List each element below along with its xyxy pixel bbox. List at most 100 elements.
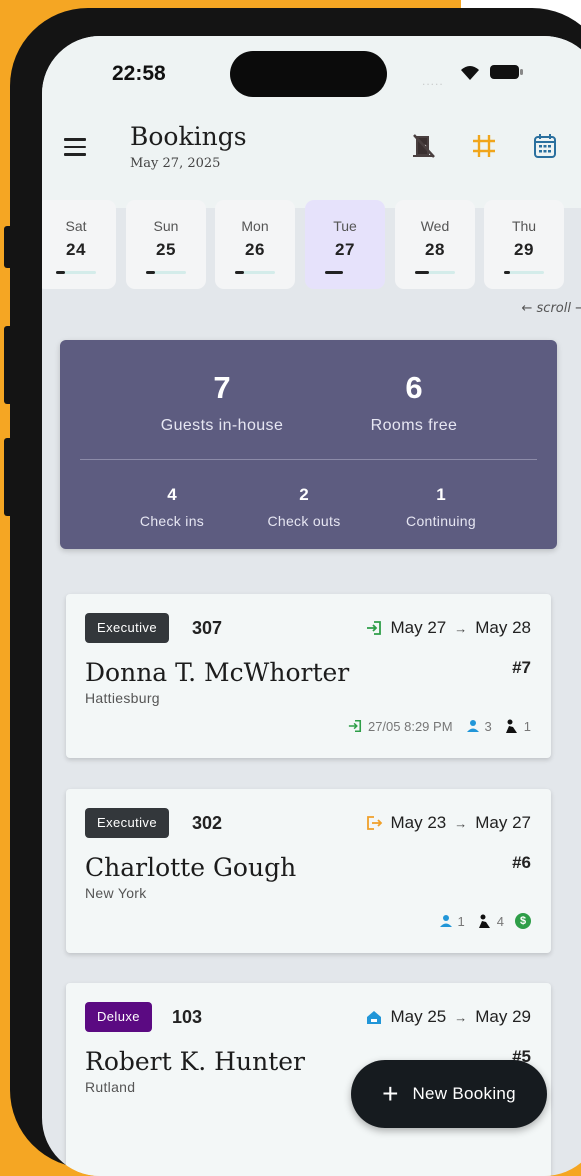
booking-number: #7 xyxy=(512,658,531,678)
guest-name: Robert K. Hunter xyxy=(85,1047,305,1076)
summary-divider xyxy=(80,459,537,460)
scroll-hint: ← scroll → xyxy=(522,301,581,316)
guests-in-house-value: 7 xyxy=(132,370,312,406)
phone-frame: 22:58 ..... Bookings May 27, 2025 xyxy=(10,8,581,1168)
guest-city: Rutland xyxy=(85,1079,135,1095)
check-ins-value: 4 xyxy=(102,485,242,505)
cellular-signal-icon: ..... xyxy=(422,74,444,88)
day-item[interactable]: Sun 25 xyxy=(126,200,206,289)
check-outs-value: 2 xyxy=(234,485,374,505)
day-item[interactable]: Wed 28 xyxy=(395,200,475,289)
stay-dates: May 25 → May 29 xyxy=(365,1007,532,1027)
guest-city: Hattiesburg xyxy=(85,690,160,706)
continuing-value: 1 xyxy=(371,485,511,505)
occupancy-bar xyxy=(56,271,96,274)
booking-meta: 1 4 $ xyxy=(439,913,531,929)
guest-city: New York xyxy=(85,885,147,901)
booking-number: #6 xyxy=(512,853,531,873)
date-arrow: → xyxy=(454,816,467,831)
occupancy-bar xyxy=(504,271,544,274)
day-name: Wed xyxy=(395,218,475,234)
guest-count: 1 xyxy=(458,914,465,929)
occupancy-summary: 7 Guests in-house 6 Rooms free 4 Check i… xyxy=(60,340,557,549)
check-in-date: May 23 xyxy=(391,813,447,833)
check-ins-label: Check ins xyxy=(102,513,242,529)
calendar-icon[interactable] xyxy=(532,132,558,160)
continuing-label: Continuing xyxy=(371,513,511,529)
home-icon xyxy=(365,1009,383,1025)
day-number: 26 xyxy=(215,240,295,260)
guests-in-house-label: Guests in-house xyxy=(132,417,312,435)
booking-card[interactable]: Executive 302 May 23 → May 27 Charlotte … xyxy=(66,789,551,953)
guest-name: Charlotte Gough xyxy=(85,853,296,882)
day-item[interactable]: Mon 26 xyxy=(215,200,295,289)
dynamic-island xyxy=(230,51,387,97)
day-name: Mon xyxy=(215,218,295,234)
guest-count: 3 xyxy=(485,719,492,734)
app-bar: Bookings May 27, 2025 xyxy=(42,116,581,208)
guest-name: Donna T. McWhorter xyxy=(85,658,349,687)
status-bar: 22:58 ..... xyxy=(42,36,581,116)
wifi-icon xyxy=(458,63,482,81)
booking-meta: 27/05 8:29 PM 3 1 xyxy=(347,718,531,734)
check-in-date: May 25 xyxy=(391,1007,447,1027)
menu-icon[interactable] xyxy=(64,138,86,161)
stay-dates: May 27 → May 28 xyxy=(365,618,532,638)
check-out-date: May 29 xyxy=(475,1007,531,1027)
new-booking-button[interactable]: + New Booking xyxy=(351,1060,547,1128)
stay-dates: May 23 → May 27 xyxy=(365,813,532,833)
date-arrow: → xyxy=(454,1010,467,1025)
check-out-icon xyxy=(365,815,383,831)
day-item[interactable]: Thu 29 xyxy=(484,200,564,289)
day-number: 24 xyxy=(42,240,116,260)
day-item-selected[interactable]: Tue 27 xyxy=(305,200,385,289)
occupancy-bar xyxy=(415,271,455,274)
day-name: Sat xyxy=(42,218,116,234)
page-title: Bookings xyxy=(130,122,247,151)
check-outs-label: Check outs xyxy=(234,513,374,529)
check-in-icon xyxy=(365,620,383,636)
rooms-free-label: Rooms free xyxy=(324,417,504,435)
date-arrow: → xyxy=(454,621,467,636)
battery-icon xyxy=(490,64,524,80)
checked-in-time: 27/05 8:29 PM xyxy=(368,719,453,734)
person-icon xyxy=(466,719,480,733)
occupancy-bar xyxy=(146,271,186,274)
day-selector: Sat 24 Sun 25 Mon 26 Tue 27 Wed 28 xyxy=(42,200,581,312)
day-name: Thu xyxy=(484,218,564,234)
booking-card[interactable]: Executive 307 May 27 → May 28 Donna T. M… xyxy=(66,594,551,758)
room-number: 302 xyxy=(192,813,222,834)
check-in-date: May 27 xyxy=(391,618,447,638)
room-type-badge: Executive xyxy=(85,808,169,838)
new-booking-label: New Booking xyxy=(412,1084,515,1104)
person-icon xyxy=(439,914,453,928)
room-number: 307 xyxy=(192,618,222,639)
day-name: Tue xyxy=(305,218,385,234)
screen: 22:58 ..... Bookings May 27, 2025 xyxy=(42,36,581,1176)
check-out-date: May 28 xyxy=(475,618,531,638)
day-number: 25 xyxy=(126,240,206,260)
day-number: 27 xyxy=(305,240,385,260)
room-number: 103 xyxy=(172,1007,202,1028)
day-item[interactable]: Sat 24 xyxy=(42,200,116,289)
room-type-badge: Executive xyxy=(85,613,169,643)
payment-icon: $ xyxy=(515,913,531,929)
day-number: 29 xyxy=(484,240,564,260)
grid-icon[interactable] xyxy=(470,132,498,160)
check-in-icon xyxy=(347,719,363,733)
page-date: May 27, 2025 xyxy=(130,156,220,171)
rooms-free-value: 6 xyxy=(324,370,504,406)
nights-icon xyxy=(476,913,492,929)
status-time: 22:58 xyxy=(112,62,166,86)
check-out-date: May 27 xyxy=(475,813,531,833)
room-type-badge: Deluxe xyxy=(85,1002,152,1032)
day-number: 28 xyxy=(395,240,475,260)
night-count: 4 xyxy=(497,914,504,929)
nights-icon xyxy=(503,718,519,734)
occupancy-bar xyxy=(325,271,365,274)
occupancy-bar xyxy=(235,271,275,274)
plus-icon: + xyxy=(382,1080,398,1108)
night-count: 1 xyxy=(524,719,531,734)
door-closed-icon[interactable] xyxy=(410,132,438,160)
day-name: Sun xyxy=(126,218,206,234)
